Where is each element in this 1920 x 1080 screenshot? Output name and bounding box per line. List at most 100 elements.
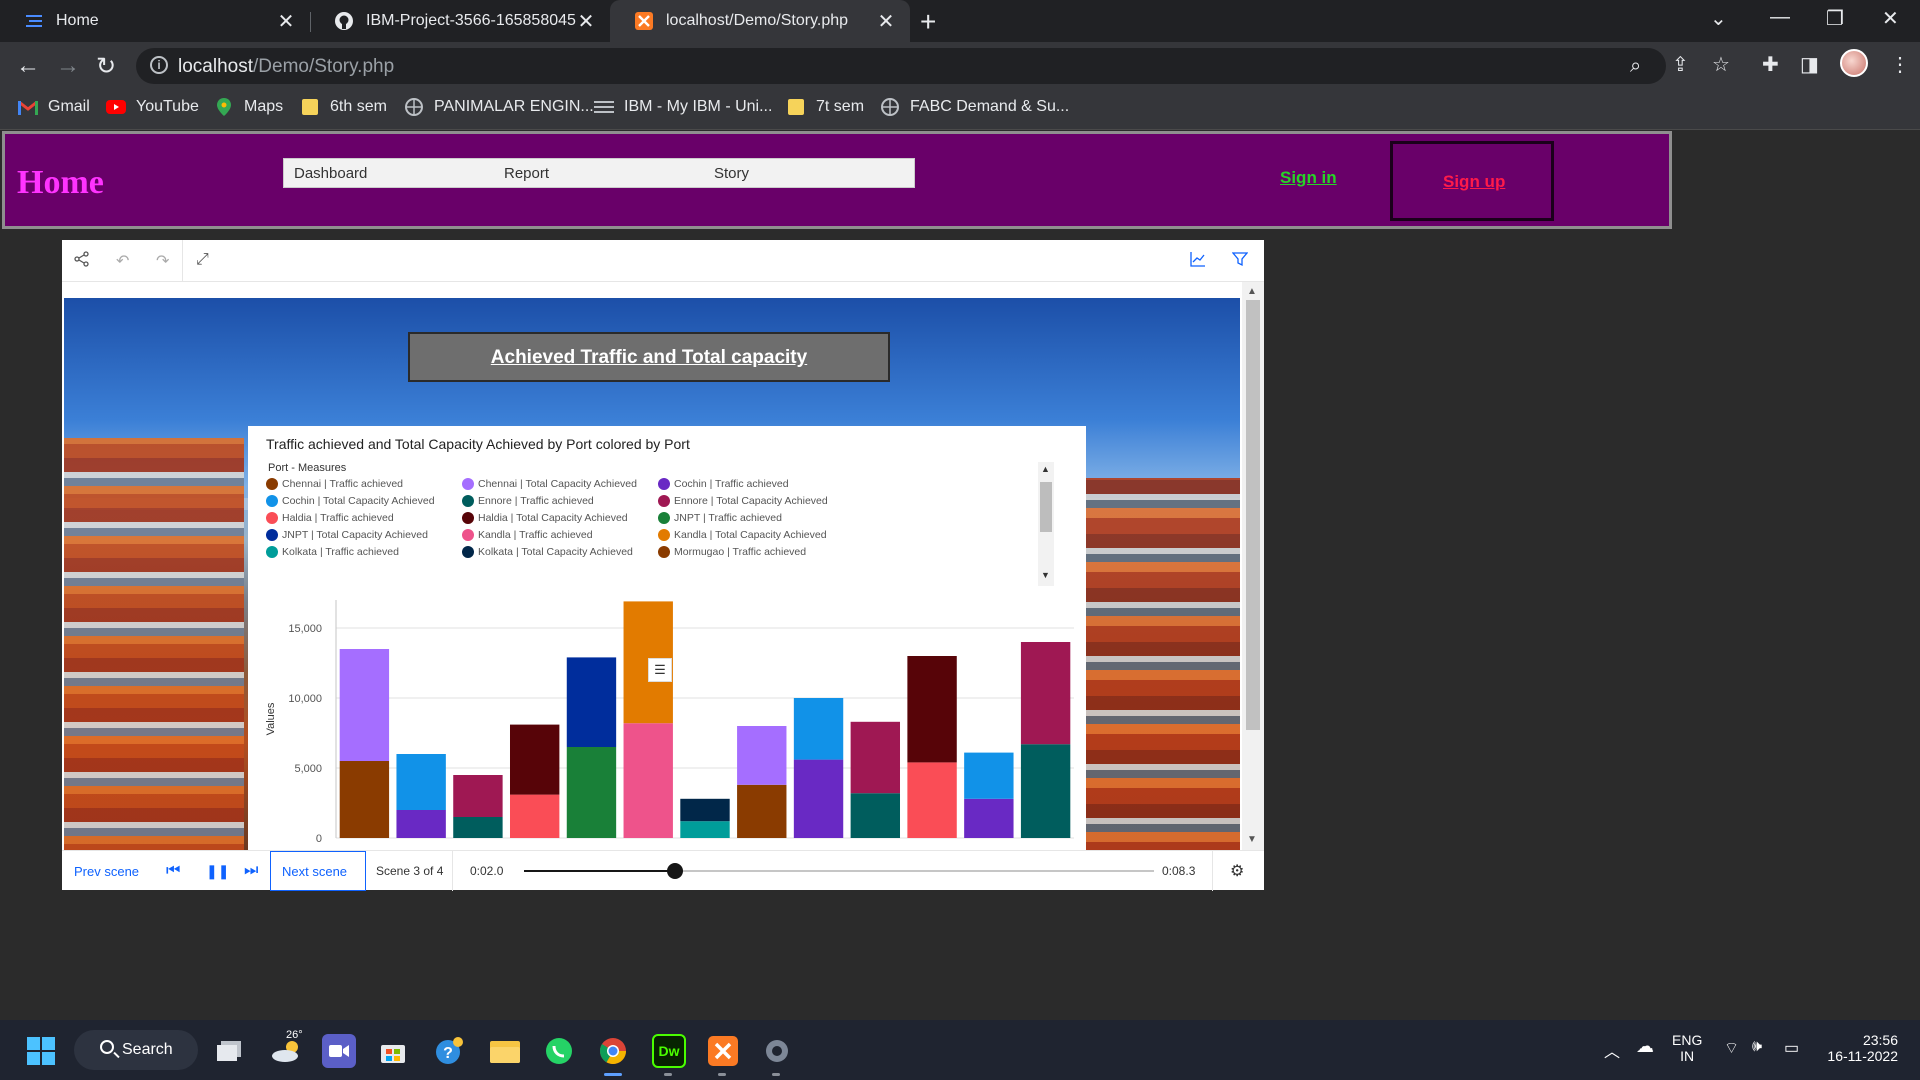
skip-forward-icon[interactable]: ⏭ [244,851,258,891]
legend-item[interactable]: Cochin | Traffic achieved [658,478,789,490]
more-menu-icon[interactable]: ⋮ [1890,52,1910,77]
new-tab-icon[interactable]: + [920,6,936,38]
whatsapp-icon[interactable] [542,1034,576,1068]
bookmark-star-icon[interactable]: ☆ [1712,52,1730,77]
legend-item[interactable]: Haldia | Traffic achieved [266,512,394,524]
sign-up-link[interactable]: Sign up [1443,172,1505,192]
tab-github[interactable]: IBM-Project-3566-1658580454/P ✕ [310,0,610,42]
restore-icon[interactable]: ❐ [1826,6,1844,31]
scroll-up-arrow-icon[interactable]: ▲ [1247,286,1257,297]
sign-in-link[interactable]: Sign in [1280,168,1337,188]
extensions-icon[interactable]: ✚ [1762,52,1779,77]
volume-icon[interactable]: 🕪 [1752,1038,1762,1056]
nav-report[interactable]: Report [504,165,549,182]
bookmark-panimalar[interactable]: PANIMALAR ENGIN... [404,98,594,116]
prev-scene-button[interactable]: Prev scene [74,851,139,891]
bookmark-ibm[interactable]: IBM - My IBM - Uni... [594,98,772,116]
side-panel-icon[interactable]: ◨ [1800,52,1819,77]
story-scrollbar[interactable]: ▲ ▼ [1242,282,1264,850]
close-tab-icon[interactable]: ✕ [276,9,296,34]
table-view-icon[interactable]: ☰ [648,658,672,682]
site-brand[interactable]: Home [17,164,104,202]
tray-overflow-chevron-icon[interactable]: ︿ [1604,1038,1620,1062]
timeline-handle[interactable] [667,863,684,879]
taskbar-search[interactable]: Search [74,1030,198,1070]
next-scene-button[interactable]: Next scene [282,851,347,891]
chart-plot-area[interactable]: 0 5,000 10,000 15,000 Values [248,594,1086,850]
skip-back-icon[interactable]: ⏮ [166,851,180,891]
close-tab-icon[interactable]: ✕ [876,9,896,34]
chart-icon[interactable] [1190,251,1206,272]
legend-item[interactable]: Mormugao | Traffic achieved [658,546,806,558]
legend-item[interactable]: Kolkata | Total Capacity Achieved [462,546,633,558]
bookmark-7t-sem[interactable]: 7t sem [786,98,864,116]
legend-item[interactable]: Chennai | Traffic achieved [266,478,403,490]
microsoft-store-icon[interactable] [376,1034,410,1068]
tab-story[interactable]: localhost/Demo/Story.php ✕ [610,0,910,42]
scroll-down-arrow-icon[interactable]: ▼ [1041,570,1050,580]
close-window-icon[interactable]: ✕ [1882,6,1899,31]
settings-icon[interactable] [760,1034,794,1068]
legend-item[interactable]: Haldia | Total Capacity Achieved [462,512,628,524]
legend-scroll-thumb[interactable] [1040,482,1052,532]
teams-meet-icon[interactable] [322,1034,356,1068]
legend-item[interactable]: JNPT | Total Capacity Achieved [266,529,428,541]
bookmark-maps[interactable]: Maps [214,98,283,116]
expand-icon[interactable]: ⤢ [196,251,209,269]
forward-icon[interactable]: → [56,52,80,80]
undo-icon[interactable]: ↶ [116,251,129,271]
scroll-down-arrow-icon[interactable]: ▼ [1247,834,1257,845]
chrome-icon[interactable] [596,1034,630,1068]
pause-icon[interactable]: ❚❚ [206,851,229,891]
zoom-icon[interactable]: ⌕ [1630,55,1641,78]
sign-up-box[interactable]: Sign up [1390,141,1554,221]
legend-item[interactable]: Kolkata | Traffic achieved [266,546,399,558]
onedrive-cloud-icon[interactable]: ☁ [1636,1036,1654,1057]
chart-widget[interactable]: Traffic achieved and Total Capacity Achi… [248,426,1086,850]
close-tab-icon[interactable]: ✕ [576,9,596,34]
file-explorer-icon[interactable] [488,1034,522,1068]
wifi-icon[interactable]: ⌔ [1724,1038,1739,1058]
share-icon[interactable] [74,251,90,272]
chart-legend[interactable]: Port - Measures Chennai | Traffic achiev… [266,462,1066,586]
address-bar[interactable]: i localhost/Demo/Story.php ⌕ [136,48,1666,84]
timeline-slider[interactable] [524,863,1154,879]
clock[interactable]: 23:56 16-11-2022 [1822,1032,1898,1064]
battery-icon[interactable]: ▭ [1784,1038,1799,1058]
profile-avatar[interactable] [1840,49,1868,77]
bookmark-gmail[interactable]: Gmail [18,98,90,116]
tab-home[interactable]: Home ✕ [0,0,310,42]
share-icon[interactable]: ⇪ [1672,52,1689,77]
settings-gear-icon[interactable]: ⚙ [1230,851,1244,891]
scene-title-box[interactable]: Achieved Traffic and Total capacity [408,332,890,382]
minimize-icon[interactable]: — [1770,6,1790,29]
xampp-icon[interactable] [706,1034,740,1068]
help-tips-icon[interactable]: ? [432,1034,466,1068]
legend-item[interactable]: Chennai | Total Capacity Achieved [462,478,637,490]
legend-scrollbar[interactable]: ▲ ▼ [1038,462,1054,586]
bookmark-fabc[interactable]: FABC Demand & Su... [880,98,1069,116]
redo-icon[interactable]: ↷ [156,251,169,271]
back-icon[interactable]: ← [16,52,40,80]
dreamweaver-icon[interactable]: Dw [652,1034,686,1068]
bookmark-6th-sem[interactable]: 6th sem [300,98,387,116]
language-indicator[interactable]: ENG IN [1672,1032,1702,1064]
filter-icon[interactable] [1231,251,1249,272]
legend-item[interactable]: Kandla | Traffic achieved [462,529,593,541]
scroll-up-arrow-icon[interactable]: ▲ [1041,464,1050,474]
legend-item[interactable]: Ennore | Total Capacity Achieved [658,495,828,507]
bar-chart-svg[interactable]: 0 5,000 10,000 15,000 Values [248,594,1086,850]
site-info-icon[interactable]: i [150,56,168,74]
legend-item[interactable]: Kandla | Total Capacity Achieved [658,529,827,541]
story-scroll-thumb[interactable] [1246,300,1260,730]
bookmark-youtube[interactable]: YouTube [106,98,199,116]
nav-story[interactable]: Story [714,165,749,182]
legend-item[interactable]: Ennore | Traffic achieved [462,495,594,507]
nav-dashboard[interactable]: Dashboard [294,165,367,182]
task-view-icon[interactable] [212,1034,246,1068]
legend-item[interactable]: Cochin | Total Capacity Achieved [266,495,435,507]
tab-search-chevron-icon[interactable]: ⌄ [1710,6,1727,31]
legend-item[interactable]: JNPT | Traffic achieved [658,512,782,524]
windows-start-icon[interactable] [24,1034,58,1068]
reload-icon[interactable]: ↻ [96,52,116,81]
